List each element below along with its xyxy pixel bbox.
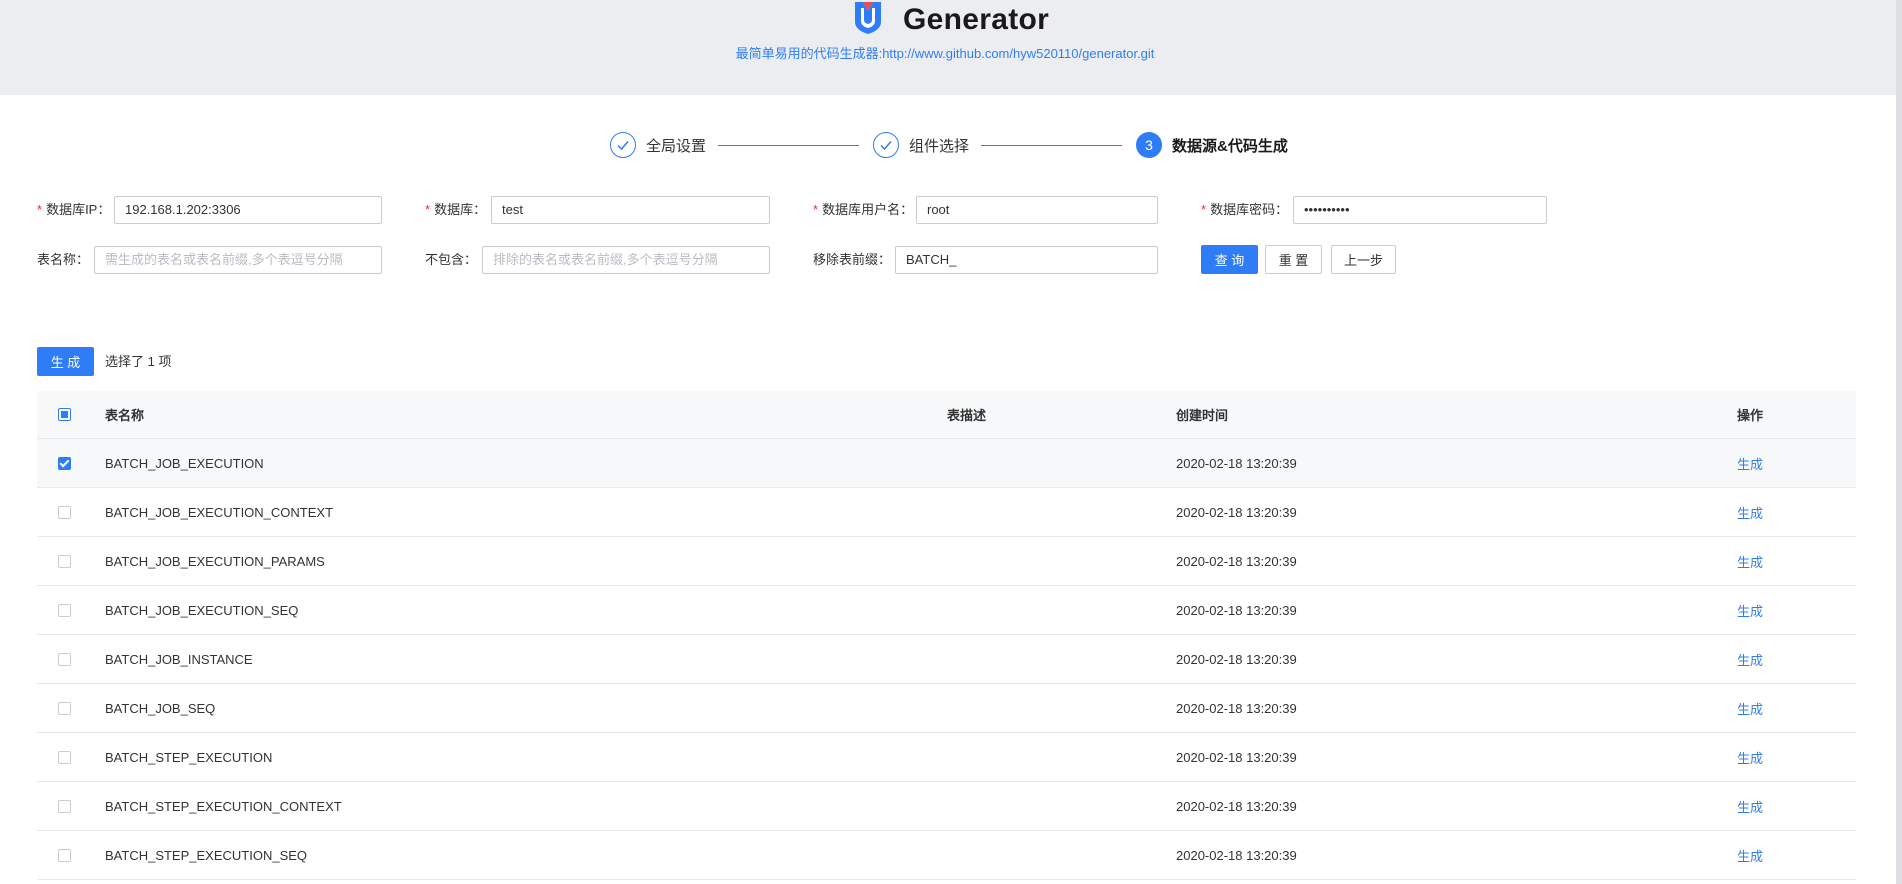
created-time-cell: 2020-02-18 13:20:39: [1176, 847, 1297, 863]
table-name-cell: BATCH_STEP_EXECUTION_SEQ: [105, 847, 308, 863]
column-header-created[interactable]: 创建时间: [1176, 391, 1228, 438]
table-name-cell: BATCH_STEP_EXECUTION: [105, 749, 273, 765]
created-time-cell: 2020-02-18 13:20:39: [1176, 749, 1297, 765]
generate-link[interactable]: 生成: [1737, 733, 1763, 781]
step-label: 全局设置: [646, 137, 707, 155]
table-row[interactable]: BATCH_JOB_SEQ 2020-02-18 13:20:39 生成: [37, 684, 1856, 733]
row-checkbox[interactable]: [57, 652, 71, 666]
db-ip-input[interactable]: 192.168.1.202:3306: [114, 196, 382, 224]
query-button[interactable]: 查 询: [1201, 245, 1258, 274]
generate-link[interactable]: 生成: [1737, 684, 1763, 732]
generate-button[interactable]: 生 成: [37, 347, 94, 376]
table-name-cell: BATCH_JOB_INSTANCE: [105, 651, 253, 667]
step-connector: [718, 145, 859, 146]
tables-table: 表名称 表描述 创建时间 操作 BATCH_JOB_EXECUTION 2020-…: [37, 391, 1856, 880]
column-header-description[interactable]: 表描述: [947, 391, 986, 438]
step-label: 数据源&代码生成: [1172, 137, 1288, 155]
db-ip-label: * 数据库IP：: [37, 202, 111, 217]
table-row[interactable]: BATCH_STEP_EXECUTION_CONTEXT 2020-02-18 1…: [37, 782, 1856, 831]
table-row[interactable]: BATCH_JOB_EXECUTION_CONTEXT 2020-02-18 13…: [37, 488, 1856, 537]
row-checkbox[interactable]: [57, 701, 71, 715]
selection-count: 选择了 1 项: [105, 354, 172, 369]
row-checkbox[interactable]: [57, 848, 71, 862]
db-name-input[interactable]: test: [491, 196, 770, 224]
table-row[interactable]: BATCH_JOB_INSTANCE 2020-02-18 13:20:39 生成: [37, 635, 1856, 684]
table-row[interactable]: BATCH_JOB_EXECUTION_SEQ 2020-02-18 13:20:…: [37, 586, 1856, 635]
generate-link[interactable]: 生成: [1737, 488, 1763, 536]
table-row[interactable]: BATCH_JOB_EXECUTION 2020-02-18 13:20:39 生成: [37, 439, 1856, 488]
created-time-cell: 2020-02-18 13:20:39: [1176, 455, 1297, 471]
row-checkbox[interactable]: [57, 799, 71, 813]
created-time-cell: 2020-02-18 13:20:39: [1176, 798, 1297, 814]
logo-icon: [855, 2, 881, 34]
created-time-cell: 2020-02-18 13:20:39: [1176, 602, 1297, 618]
column-header-name[interactable]: 表名称: [105, 391, 144, 438]
table-name-input[interactable]: 需生成的表名或表名前缀,多个表逗号分隔: [94, 246, 382, 274]
generate-link[interactable]: 生成: [1737, 782, 1763, 830]
table-name-cell: BATCH_STEP_EXECUTION_CONTEXT: [105, 798, 342, 814]
row-checkbox[interactable]: [57, 554, 71, 568]
table-name-cell: BATCH_JOB_EXECUTION_SEQ: [105, 602, 299, 618]
created-time-cell: 2020-02-18 13:20:39: [1176, 700, 1297, 716]
generate-link[interactable]: 生成: [1737, 831, 1763, 879]
repo-link[interactable]: 最简单易用的代码生成器:http://www.github.com/hyw520…: [0, 43, 1890, 62]
row-checkbox[interactable]: [57, 456, 71, 470]
exclude-label: 不包含：: [425, 252, 478, 267]
db-password-input[interactable]: ••••••••••: [1293, 196, 1547, 224]
generate-link[interactable]: 生成: [1737, 537, 1763, 585]
db-user-label: * 数据库用户名：: [813, 202, 914, 217]
remove-prefix-input[interactable]: BATCH_: [895, 246, 1158, 274]
db-password-label: * 数据库密码：: [1201, 202, 1289, 217]
remove-prefix-label: 移除表前缀：: [813, 252, 892, 267]
reset-button[interactable]: 重 置: [1265, 245, 1322, 274]
check-icon: [610, 132, 636, 158]
table-name-cell: BATCH_JOB_EXECUTION_PARAMS: [105, 553, 325, 569]
step-datasource-generate[interactable]: 3 数据源&代码生成: [1136, 130, 1288, 160]
step-global-settings[interactable]: 全局设置: [610, 130, 706, 160]
table-body: BATCH_JOB_EXECUTION 2020-02-18 13:20:39 生成…: [37, 439, 1856, 880]
table-name-cell: BATCH_JOB_EXECUTION_CONTEXT: [105, 504, 334, 520]
created-time-cell: 2020-02-18 13:20:39: [1176, 504, 1297, 520]
row-checkbox[interactable]: [57, 603, 71, 617]
generate-link[interactable]: 生成: [1737, 439, 1763, 487]
created-time-cell: 2020-02-18 13:20:39: [1176, 553, 1297, 569]
created-time-cell: 2020-02-18 13:20:39: [1176, 651, 1297, 667]
column-header-action: 操作: [1737, 408, 1764, 423]
step-number: 3: [1136, 132, 1162, 158]
generate-link[interactable]: 生成: [1737, 635, 1763, 683]
row-checkbox[interactable]: [57, 750, 71, 764]
step-connector: [981, 145, 1122, 146]
step-component-select[interactable]: 组件选择: [873, 130, 969, 160]
table-name-cell: BATCH_JOB_EXECUTION: [105, 455, 264, 471]
row-checkbox[interactable]: [57, 505, 71, 519]
exclude-input[interactable]: 排除的表名或表名前缀,多个表逗号分隔: [482, 246, 770, 274]
table-row[interactable]: BATCH_STEP_EXECUTION_SEQ 2020-02-18 13:20…: [37, 831, 1856, 880]
select-all-checkbox[interactable]: [57, 408, 71, 421]
brand: Generator: [853, 0, 1049, 40]
db-user-input[interactable]: root: [916, 196, 1158, 224]
check-icon: [873, 132, 899, 158]
generate-link[interactable]: 生成: [1737, 586, 1763, 634]
prev-step-button[interactable]: 上一步: [1331, 245, 1396, 274]
db-name-label: * 数据库：: [425, 202, 487, 217]
page-header: Generator 最简单易用的代码生成器:http://www.github.…: [0, 0, 1902, 95]
table-row[interactable]: BATCH_JOB_EXECUTION_PARAMS 2020-02-18 13:…: [37, 537, 1856, 586]
steps-bar: 全局设置 组件选择 3 数据源&代码生成: [0, 130, 1902, 160]
step-label: 组件选择: [909, 137, 970, 155]
table-name-label: 表名称：: [37, 252, 90, 267]
table-name-cell: BATCH_JOB_SEQ: [105, 700, 216, 716]
app-title: Generator: [903, 3, 1050, 36]
table-header: 表名称 表描述 创建时间 操作: [37, 391, 1856, 439]
table-row[interactable]: BATCH_STEP_EXECUTION 2020-02-18 13:20:39 生…: [37, 733, 1856, 782]
